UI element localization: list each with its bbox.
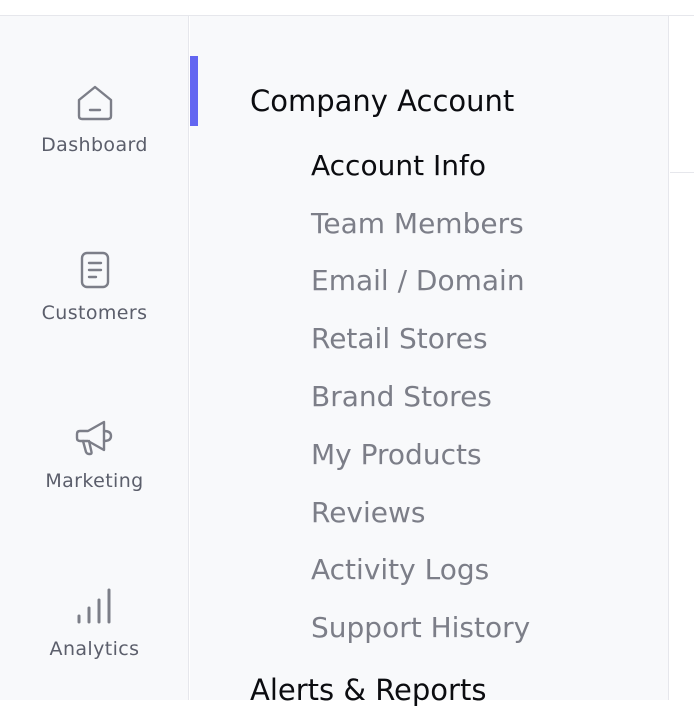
bar-chart-icon bbox=[73, 584, 117, 628]
nav-item-my-products[interactable]: My Products bbox=[311, 438, 482, 471]
active-indicator bbox=[190, 56, 198, 126]
home-icon bbox=[73, 80, 117, 124]
nav-item-account-info[interactable]: Account Info bbox=[311, 149, 486, 182]
rail-label-marketing: Marketing bbox=[45, 470, 144, 492]
nav-item-reviews[interactable]: Reviews bbox=[311, 496, 426, 529]
nav-item-activity-logs[interactable]: Activity Logs bbox=[311, 553, 489, 586]
icon-rail: Dashboard Customers Marketing Analytics bbox=[0, 16, 189, 700]
nav-item-retail-stores[interactable]: Retail Stores bbox=[311, 322, 488, 355]
rail-label-analytics: Analytics bbox=[49, 638, 140, 660]
content-divider bbox=[670, 172, 694, 173]
document-icon bbox=[73, 248, 117, 292]
rail-label-customers: Customers bbox=[41, 302, 148, 324]
section-alerts-reports[interactable]: Alerts & Reports bbox=[250, 673, 486, 707]
rail-item-analytics[interactable]: Analytics bbox=[0, 584, 189, 694]
nav-item-brand-stores[interactable]: Brand Stores bbox=[311, 380, 492, 413]
top-bar bbox=[0, 0, 694, 16]
main-content-edge bbox=[670, 16, 694, 700]
rail-label-dashboard: Dashboard bbox=[41, 134, 148, 156]
rail-item-dashboard[interactable]: Dashboard bbox=[0, 80, 189, 190]
nav-item-email-domain[interactable]: Email / Domain bbox=[311, 264, 525, 297]
section-company-account[interactable]: Company Account bbox=[250, 84, 514, 118]
megaphone-icon bbox=[73, 416, 117, 460]
settings-nav-panel bbox=[190, 16, 669, 700]
rail-item-customers[interactable]: Customers bbox=[0, 248, 189, 358]
nav-item-support-history[interactable]: Support History bbox=[311, 611, 530, 644]
rail-item-marketing[interactable]: Marketing bbox=[0, 416, 189, 526]
nav-item-team-members[interactable]: Team Members bbox=[311, 207, 524, 240]
